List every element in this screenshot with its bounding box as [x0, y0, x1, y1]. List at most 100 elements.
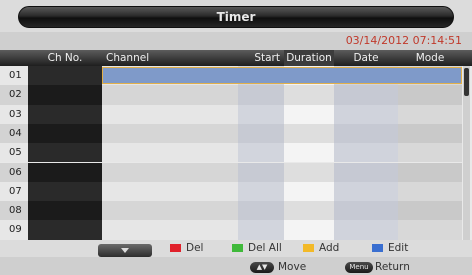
key-hint-bar: ▲▼ Move Menu Return — [0, 257, 472, 275]
blue-key-icon — [372, 244, 383, 252]
yellow-key-icon — [303, 244, 314, 252]
row-index: 09 — [0, 220, 28, 240]
cell-channel — [102, 123, 238, 144]
column-header-start: Start — [254, 52, 280, 64]
edit-button[interactable]: Edit — [372, 242, 408, 255]
cell-mode — [398, 220, 462, 240]
row-selection-highlight — [102, 67, 462, 84]
row-index: 01 — [0, 66, 28, 86]
column-header-date: Date — [353, 52, 379, 64]
cell-channel — [102, 143, 238, 163]
cell-duration — [284, 201, 334, 221]
scrollbar[interactable] — [463, 66, 470, 240]
cell-channel — [102, 220, 238, 240]
cell-mode — [398, 162, 462, 182]
cell-start — [238, 85, 284, 105]
cell-ch-no — [28, 181, 102, 202]
cell-start — [238, 220, 284, 240]
row-index: 06 — [0, 162, 28, 182]
current-datetime: 03/14/2012 07:14:51 — [345, 34, 462, 47]
cell-ch-no — [28, 85, 102, 105]
del-button[interactable]: Del — [170, 242, 203, 255]
table-row[interactable]: 09 — [0, 220, 472, 240]
del-all-button[interactable]: Del All — [232, 242, 282, 255]
cell-date — [334, 85, 398, 105]
cell-ch-no — [28, 104, 102, 124]
cell-start — [238, 123, 284, 144]
cell-mode — [398, 85, 462, 105]
row-index: 02 — [0, 85, 28, 105]
cell-date — [334, 181, 398, 202]
table-row[interactable]: 01 — [0, 66, 472, 86]
cell-duration — [284, 104, 334, 124]
row-index: 07 — [0, 181, 28, 202]
cell-ch-no — [28, 162, 102, 182]
cell-date — [334, 104, 398, 124]
cell-duration — [284, 162, 334, 182]
cell-start — [238, 181, 284, 202]
menu-key-icon: Menu — [345, 262, 373, 273]
cell-date — [334, 201, 398, 221]
row-index: 08 — [0, 201, 28, 221]
del-label: Del — [186, 242, 204, 254]
cell-channel — [102, 104, 238, 124]
cell-channel — [102, 85, 238, 105]
cell-start — [238, 201, 284, 221]
cell-mode — [398, 181, 462, 202]
cell-duration — [284, 123, 334, 144]
move-hint: Move — [278, 261, 307, 273]
cell-ch-no — [28, 123, 102, 144]
column-header-mode: Mode — [415, 52, 445, 64]
cell-mode — [398, 123, 462, 144]
up-down-arrows-icon: ▲▼ — [250, 262, 274, 273]
row-index: 04 — [0, 123, 28, 144]
del-all-label: Del All — [248, 242, 282, 254]
page-down-button[interactable] — [98, 244, 152, 257]
red-key-icon — [170, 244, 181, 252]
column-header-channel: Channel — [106, 52, 150, 64]
cell-ch-no — [28, 143, 102, 163]
scrollbar-thumb[interactable] — [464, 68, 469, 96]
cell-mode — [398, 104, 462, 124]
cell-channel — [102, 162, 238, 182]
cell-date — [334, 162, 398, 182]
table-row[interactable]: 05 — [0, 143, 472, 163]
cell-mode — [398, 143, 462, 163]
row-index: 03 — [0, 104, 28, 124]
cell-duration — [284, 143, 334, 163]
chevron-down-icon — [121, 248, 129, 253]
column-header-ch-no: Ch No. — [47, 52, 83, 64]
window-title: Timer — [18, 6, 454, 28]
table-row[interactable]: 06 — [0, 162, 472, 182]
add-label: Add — [319, 242, 340, 254]
cell-date — [334, 143, 398, 163]
cell-ch-no — [28, 66, 102, 86]
edit-label: Edit — [388, 242, 409, 254]
add-button[interactable]: Add — [303, 242, 339, 255]
cell-channel — [102, 201, 238, 221]
cell-date — [334, 123, 398, 144]
cell-start — [238, 104, 284, 124]
cell-mode — [398, 201, 462, 221]
table-row[interactable]: 04 — [0, 123, 472, 144]
cell-date — [334, 220, 398, 240]
cell-duration — [284, 220, 334, 240]
cell-duration — [284, 85, 334, 105]
datetime-bar: 03/14/2012 07:14:51 — [0, 32, 472, 50]
green-key-icon — [232, 244, 243, 252]
table-row[interactable]: 07 — [0, 181, 472, 202]
title-bar: Timer — [0, 0, 472, 32]
table-row[interactable]: 02 — [0, 85, 472, 105]
table-row[interactable]: 03 — [0, 104, 472, 124]
cell-channel — [102, 181, 238, 202]
cell-duration — [284, 181, 334, 202]
footer: Del Del All Add Edit ▲▼ Move Menu Return — [0, 240, 472, 275]
cell-start — [238, 143, 284, 163]
cell-ch-no — [28, 201, 102, 221]
table-row[interactable]: 08 — [0, 201, 472, 221]
row-index: 05 — [0, 143, 28, 163]
table-header: Ch No. Channel Start Duration Date Mode — [0, 50, 472, 66]
timer-table: 01 02 03 04 05 06 07 08 09 — [0, 66, 472, 240]
return-hint: Return — [375, 261, 410, 273]
cell-start — [238, 162, 284, 182]
